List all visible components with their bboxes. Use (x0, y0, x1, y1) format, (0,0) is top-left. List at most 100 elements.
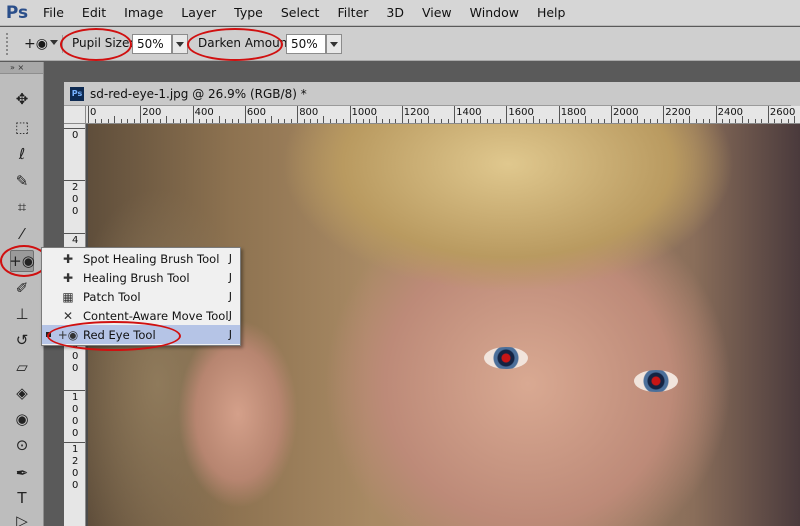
ruler-minor-tick (467, 119, 469, 123)
ruler-minor-tick (526, 119, 527, 123)
ruler-origin[interactable] (64, 106, 86, 124)
marquee-icon[interactable]: ⬚ (10, 116, 34, 138)
ruler-tick (140, 106, 142, 123)
ruler-minor-tick (669, 119, 671, 123)
ruler-minor-tick (650, 119, 652, 123)
ruler-minor-tick (186, 119, 188, 123)
menu-edit[interactable]: Edit (73, 0, 115, 26)
pupil-size-input[interactable]: 50% (132, 34, 172, 54)
flyout-item-red-eye-tool[interactable]: +◉ Red Eye Tool J (42, 325, 240, 344)
ruler-minor-tick (231, 119, 233, 123)
lasso-icon[interactable]: ℓ (10, 143, 34, 165)
ruler-minor-tick (199, 119, 201, 123)
ruler-minor-tick (323, 116, 325, 123)
quick-selection-icon[interactable]: ✎ (10, 170, 34, 192)
menu-type[interactable]: Type (225, 0, 272, 26)
ruler-minor-tick (107, 119, 109, 123)
ruler-minor-tick (565, 119, 567, 123)
ruler-tick (715, 106, 717, 123)
ruler-minor-tick (316, 119, 318, 123)
menu-image[interactable]: Image (115, 0, 172, 26)
options-grip-icon[interactable] (6, 33, 12, 55)
ruler-tick (454, 106, 456, 123)
ruler-minor-tick (552, 119, 554, 123)
ruler-minor-tick (761, 119, 763, 123)
menu-layer[interactable]: Layer (172, 0, 225, 26)
darken-amount-label: Darken Amount: (198, 36, 297, 50)
dodge-icon[interactable]: ⊙ (10, 434, 34, 456)
ruler-minor-tick (172, 119, 174, 123)
menu-window[interactable]: Window (461, 0, 528, 26)
options-separator (62, 35, 63, 53)
ruler-minor-tick (512, 119, 514, 123)
flyout-item-label: Content-Aware Move Tool (83, 308, 229, 323)
ruler-tick (64, 232, 85, 234)
healing-brush-icon: ✚ (62, 270, 74, 285)
flyout-item-shortcut: J (228, 271, 232, 284)
flyout-item-spot-healing-brush-tool[interactable]: ✚ Spot Healing Brush Tool J (42, 249, 240, 268)
ruler-minor-tick (310, 119, 312, 123)
menu-view[interactable]: View (413, 0, 461, 26)
tool-preset-dropdown-icon[interactable] (50, 40, 58, 45)
document-title: sd-red-eye-1.jpg @ 26.9% (RGB/8) * (90, 86, 307, 101)
ruler-minor-tick (682, 119, 684, 123)
ruler-minor-tick (486, 119, 488, 123)
eyedropper-icon[interactable]: ⁄ (10, 223, 34, 245)
ruler-minor-tick (251, 119, 253, 123)
path-selection-icon[interactable]: ▷ (10, 510, 34, 526)
red-eye-icon[interactable]: +◉ (22, 34, 50, 54)
ruler-label-digit: 2 (72, 182, 79, 194)
move-icon[interactable]: ✥ (10, 88, 34, 110)
clone-stamp-icon[interactable]: ⊥ (10, 303, 34, 325)
ruler-minor-tick (499, 119, 501, 123)
ruler-minor-tick (218, 116, 220, 123)
ruler-minor-tick (434, 119, 436, 123)
menu-select[interactable]: Select (272, 0, 329, 26)
flyout-item-patch-tool[interactable]: ▦ Patch Tool J (42, 287, 240, 306)
darken-amount-input[interactable]: 50% (286, 34, 326, 54)
ruler-minor-tick (519, 119, 521, 123)
paint-bucket-icon[interactable]: ◈ (10, 382, 34, 404)
ruler-tick (767, 106, 769, 123)
flyout-item-label: Red Eye Tool (83, 327, 156, 342)
ruler-minor-tick (264, 119, 266, 123)
ruler-label: 400 (194, 107, 214, 118)
pen-icon[interactable]: ✒ (10, 462, 34, 484)
ruler-tick (558, 106, 560, 123)
selected-bullet-icon (46, 332, 51, 337)
ruler-tick (401, 106, 403, 123)
ruler-label-digit: 0 (72, 130, 79, 141)
darken-amount-dropdown[interactable] (326, 34, 342, 54)
ruler-minor-tick (303, 119, 305, 123)
ruler-label-digit: 4 (72, 234, 79, 246)
red-eye-icon: +◉ (57, 327, 79, 342)
pupil-size-dropdown[interactable] (172, 34, 188, 54)
ruler-tick (297, 106, 299, 123)
ruler-minor-tick (362, 119, 364, 123)
tools-panel-header[interactable]: » × (0, 62, 43, 74)
ruler-label: 1800 (560, 107, 587, 118)
blur-icon[interactable]: ◉ (10, 408, 34, 430)
ps-document-icon: Ps (70, 86, 84, 101)
menu-filter[interactable]: Filter (328, 0, 377, 26)
ruler-label: 2000 (613, 107, 639, 118)
document-tab[interactable]: Ps sd-red-eye-1.jpg @ 26.9% (RGB/8) * (64, 82, 800, 106)
ruler-horizontal[interactable]: 0 200 400 600 800 1000 1200 1400 1600 1800 2000 220… (86, 106, 800, 124)
ruler-label-digit: 0 (72, 467, 79, 479)
red-eye-icon[interactable]: +◉ (9, 250, 35, 272)
ruler-tick (64, 128, 85, 129)
ruler-minor-tick (539, 119, 541, 123)
history-brush-icon[interactable]: ↺ (10, 329, 34, 351)
flyout-item-healing-brush-tool[interactable]: ✚ Healing Brush Tool J (42, 268, 240, 287)
ruler-label: 1600 (508, 107, 534, 118)
brush-icon[interactable]: ✐ (10, 277, 34, 299)
eraser-icon[interactable]: ▱ (10, 356, 34, 378)
menu-help[interactable]: Help (528, 0, 575, 26)
menu-3d[interactable]: 3D (377, 0, 413, 26)
ruler-label: 200 (142, 107, 162, 118)
type-icon[interactable]: T (10, 487, 34, 509)
crop-icon[interactable]: ⌗ (10, 196, 34, 218)
ruler-minor-tick (336, 119, 338, 123)
flyout-item-content-aware-move-tool[interactable]: ✕ Content-Aware Move Tool J (42, 306, 240, 325)
menu-file[interactable]: File (34, 0, 73, 26)
